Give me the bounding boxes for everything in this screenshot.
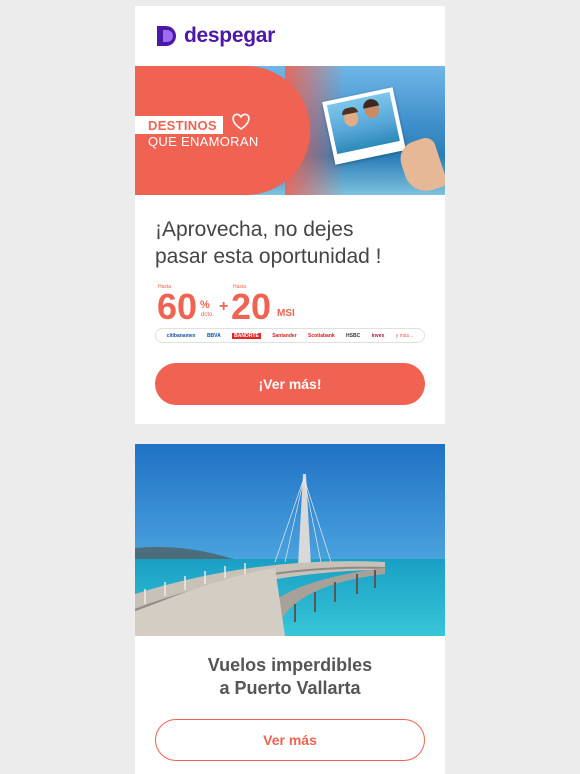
bank-scotiabank: Scotiabank [308, 332, 335, 339]
bank-hsbc: HSBC [346, 332, 361, 339]
couple-photo [322, 87, 406, 165]
hero-title-line2: QUE ENAMORAN [148, 134, 259, 149]
heart-icon [232, 113, 250, 130]
bank-banorte: BANORTE [232, 332, 261, 339]
bank-citibanamex: citibanamex [166, 332, 196, 339]
promo-msi-value: 20 [231, 286, 272, 327]
promo-card: despegar DESTINOS QUE ENAMORAN ¡Aprovech… [135, 6, 445, 424]
headline-line2: pasar esta oportunidad ! [155, 245, 382, 268]
promo-msi: MSI [277, 308, 295, 319]
destination-title: Vuelos imperdibles a Puerto Vallarta [135, 654, 445, 700]
promo-dcto: dcto. [201, 312, 215, 318]
promo-percent-sign: % [200, 299, 210, 311]
promo-plus: + [219, 298, 229, 315]
bank-bbva: BBVA [206, 332, 221, 339]
promo-offer: Hasta 60 % dcto. + Hasta 20 MSI [157, 284, 427, 327]
despegar-logo[interactable]: despegar [155, 24, 275, 48]
bank-logos: citibanamex BBVA BANORTE Santander Scoti… [155, 328, 425, 343]
bank-santander: Santander [272, 332, 297, 339]
hero-banner[interactable]: DESTINOS QUE ENAMORAN [135, 66, 445, 195]
bank-more: y más... [395, 332, 414, 339]
bank-invex: invex [371, 332, 385, 339]
promo-percent-value: 60 [157, 286, 198, 327]
headline-line1: ¡Aprovecha, no dejes [155, 218, 354, 241]
headline: ¡Aprovecha, no dejes pasar esta oportuni… [155, 216, 435, 270]
ver-mas-secondary-button[interactable]: Ver más [155, 719, 425, 761]
despegar-logo-icon [155, 24, 179, 48]
hero-title-line1: DESTINOS [135, 116, 223, 134]
ver-mas-primary-button[interactable]: ¡Ver más! [155, 363, 425, 405]
puerto-vallarta-pier-image[interactable] [135, 444, 445, 636]
destination-title-line1: Vuelos imperdibles [207, 655, 373, 675]
destination-title-line2: a Puerto Vallarta [219, 678, 361, 698]
brand-name: despegar [184, 24, 275, 47]
destination-card: Vuelos imperdibles a Puerto Vallarta Ver… [135, 444, 445, 774]
